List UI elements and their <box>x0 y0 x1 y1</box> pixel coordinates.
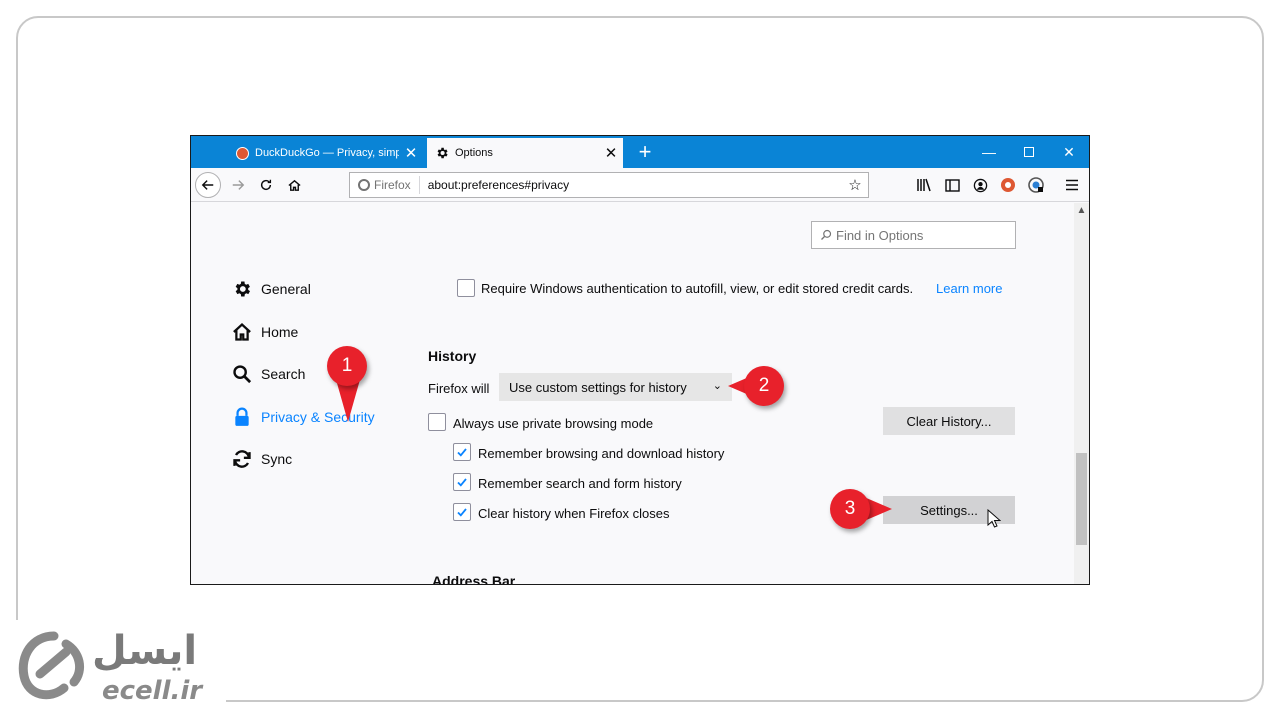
remember-search-checkbox[interactable] <box>453 473 471 491</box>
clear-on-close-label: Clear history when Firefox closes <box>478 506 670 521</box>
home-button[interactable] <box>281 172 307 198</box>
account-icon[interactable] <box>967 172 993 198</box>
history-mode-select[interactable]: Use custom settings for history ⌄ <box>499 373 732 401</box>
tab-label: DuckDuckGo — Privacy, simpli <box>255 147 399 159</box>
close-tab-icon[interactable]: ✕ <box>599 144 623 162</box>
url-input[interactable] <box>419 178 842 192</box>
preferences-page: ▲ General Home Search <box>191 203 1089 585</box>
identity-box[interactable]: Firefox <box>350 176 420 194</box>
sidebar-toggle-icon[interactable] <box>939 172 965 198</box>
sidebar-item-home[interactable]: Home <box>231 320 298 344</box>
sidebar-item-general[interactable]: General <box>231 277 311 301</box>
tab-duckduckgo[interactable]: DuckDuckGo — Privacy, simpli ✕ <box>227 138 423 168</box>
remember-browsing-label: Remember browsing and download history <box>478 446 725 461</box>
find-in-options[interactable] <box>811 221 1016 249</box>
find-in-options-input[interactable] <box>836 227 1006 243</box>
sidebar-item-search[interactable]: Search <box>231 362 305 386</box>
scrollbar-thumb[interactable] <box>1076 453 1087 545</box>
logo-latin-text: ecell.ir <box>102 676 203 706</box>
history-mode-value: Use custom settings for history <box>509 379 687 395</box>
maximize-button[interactable] <box>1009 136 1049 168</box>
lock-icon <box>231 406 253 428</box>
annotation-marker-2: 2 <box>744 366 784 406</box>
annotation-marker-3: 3 <box>830 489 870 529</box>
identity-label: Firefox <box>374 178 411 192</box>
bookmark-star-icon[interactable]: ☆ <box>842 176 868 194</box>
windows-auth-label: Require Windows authentication to autofi… <box>481 281 914 296</box>
sidebar-item-label: Sync <box>261 451 293 467</box>
tab-strip: DuckDuckGo — Privacy, simpli ✕ Options ✕… <box>191 136 1089 168</box>
navigation-toolbar: Firefox ☆ <box>191 168 1089 202</box>
back-button[interactable] <box>195 172 221 198</box>
checkmark-icon <box>457 478 467 487</box>
duckduckgo-extension-icon[interactable] <box>995 172 1021 198</box>
sidebar-item-label: Home <box>261 324 299 340</box>
tab-label: Options <box>455 147 493 159</box>
vertical-scrollbar[interactable]: ▲ <box>1074 203 1089 584</box>
url-bar[interactable]: Firefox ☆ <box>349 172 869 198</box>
close-tab-icon[interactable]: ✕ <box>399 144 423 162</box>
new-tab-button[interactable]: + <box>631 138 659 166</box>
firefox-will-label: Firefox will <box>428 381 490 396</box>
clear-on-close-checkbox[interactable] <box>453 503 471 521</box>
scroll-up-icon[interactable]: ▲ <box>1074 205 1089 219</box>
windows-auth-checkbox[interactable] <box>457 279 475 297</box>
logo-persian-text: ایسل <box>92 628 198 674</box>
private-mode-label: Always use private browsing mode <box>453 416 654 431</box>
home-icon <box>231 321 253 343</box>
hamburger-menu-icon[interactable] <box>1059 172 1085 198</box>
private-mode-checkbox[interactable] <box>428 413 446 431</box>
remember-search-label: Remember search and form history <box>478 476 682 491</box>
clear-history-button[interactable]: Clear History... <box>883 407 1015 435</box>
browser-window: DuckDuckGo — Privacy, simpli ✕ Options ✕… <box>190 135 1090 585</box>
address-bar-heading: Address Bar <box>432 573 516 585</box>
ecell-logo: ایسل ecell.ir <box>14 626 224 710</box>
ecell-logo-mark-icon <box>18 631 85 700</box>
reload-button[interactable] <box>253 172 279 198</box>
remember-browsing-checkbox[interactable] <box>453 443 471 461</box>
forward-button[interactable] <box>225 172 251 198</box>
chevron-down-icon: ⌄ <box>712 380 722 392</box>
minimize-button[interactable]: — <box>969 136 1009 168</box>
privacy-extension-icon[interactable] <box>1023 172 1049 198</box>
annotation-marker-1: 1 <box>327 346 367 386</box>
sidebar-item-label: Search <box>261 366 306 382</box>
learn-more-link[interactable]: Learn more <box>936 281 1002 296</box>
library-icon[interactable] <box>911 172 937 198</box>
checkmark-icon <box>457 508 467 517</box>
close-window-button[interactable]: ✕ <box>1049 136 1089 168</box>
sync-icon <box>231 448 253 470</box>
sidebar-item-sync[interactable]: Sync <box>231 447 292 471</box>
firefox-icon <box>358 179 370 191</box>
search-icon <box>231 363 253 385</box>
gear-icon <box>231 278 253 300</box>
history-heading: History <box>428 348 477 364</box>
tab-options[interactable]: Options ✕ <box>427 138 623 168</box>
mouse-cursor-icon <box>987 509 1001 528</box>
gear-icon <box>435 146 449 160</box>
duckduckgo-favicon-icon <box>235 146 249 160</box>
sidebar-item-label: General <box>261 281 311 297</box>
checkmark-icon <box>457 448 467 457</box>
search-icon <box>821 229 832 240</box>
